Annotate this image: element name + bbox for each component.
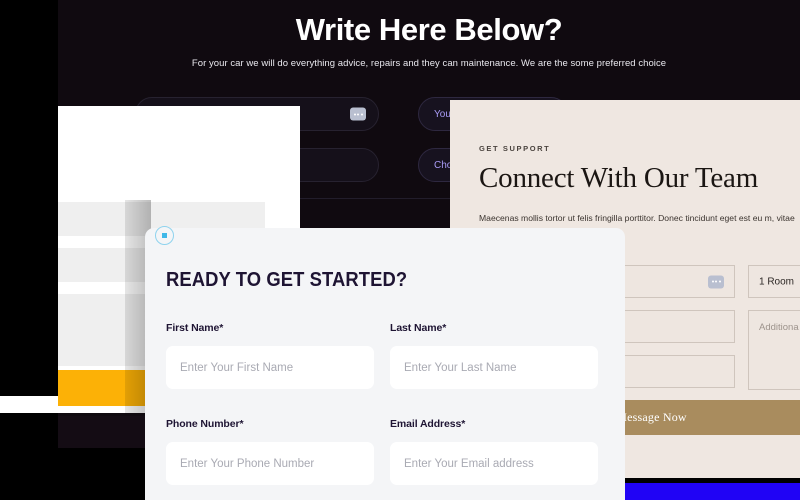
beige-textarea-additional[interactable]: Additiona [748, 310, 800, 390]
phone-number-label: Phone Number* [166, 418, 244, 430]
phone-number-placeholder: Enter Your Phone Number [180, 457, 315, 470]
dots-badge-icon [708, 275, 724, 288]
ready-to-get-started-card: READY TO GET STARTED? First Name* Enter … [145, 228, 625, 500]
beige-select-room-value: 1 Room [759, 276, 795, 287]
resize-handle-icon[interactable] [155, 226, 174, 245]
hero-subtitle: For your car we will do everything advic… [191, 58, 667, 69]
black-band-lower [58, 448, 145, 500]
blue-accent-strip [623, 483, 800, 500]
beige-eyebrow: GET SUPPORT [479, 144, 551, 153]
beige-select-room[interactable]: 1 Room [748, 265, 800, 298]
ready-card-title: READY TO GET STARTED? [166, 269, 408, 291]
last-name-input[interactable]: Enter Your Last Name [390, 346, 598, 389]
email-address-input[interactable]: Enter Your Email address [390, 442, 598, 485]
beige-title: Connect With Our Team [479, 162, 759, 194]
dark-band-lower [58, 416, 145, 448]
dots-badge-icon [350, 107, 366, 121]
last-name-label: Last Name* [390, 322, 447, 334]
email-address-placeholder: Enter Your Email address [404, 457, 534, 470]
screenshot-stage: Write Here Below? For your car we will d… [0, 0, 800, 500]
black-left-margin [0, 0, 58, 500]
beige-textarea-placeholder: Additiona [759, 322, 799, 333]
hero-title: Write Here Below? [295, 12, 563, 47]
email-address-label: Email Address* [390, 418, 466, 430]
last-name-placeholder: Enter Your Last Name [404, 361, 517, 374]
white-strip-left-edge [0, 396, 58, 413]
first-name-label: First Name* [166, 322, 224, 334]
phone-number-input[interactable]: Enter Your Phone Number [166, 442, 374, 485]
first-name-placeholder: Enter Your First Name [180, 361, 294, 374]
first-name-input[interactable]: Enter Your First Name [166, 346, 374, 389]
